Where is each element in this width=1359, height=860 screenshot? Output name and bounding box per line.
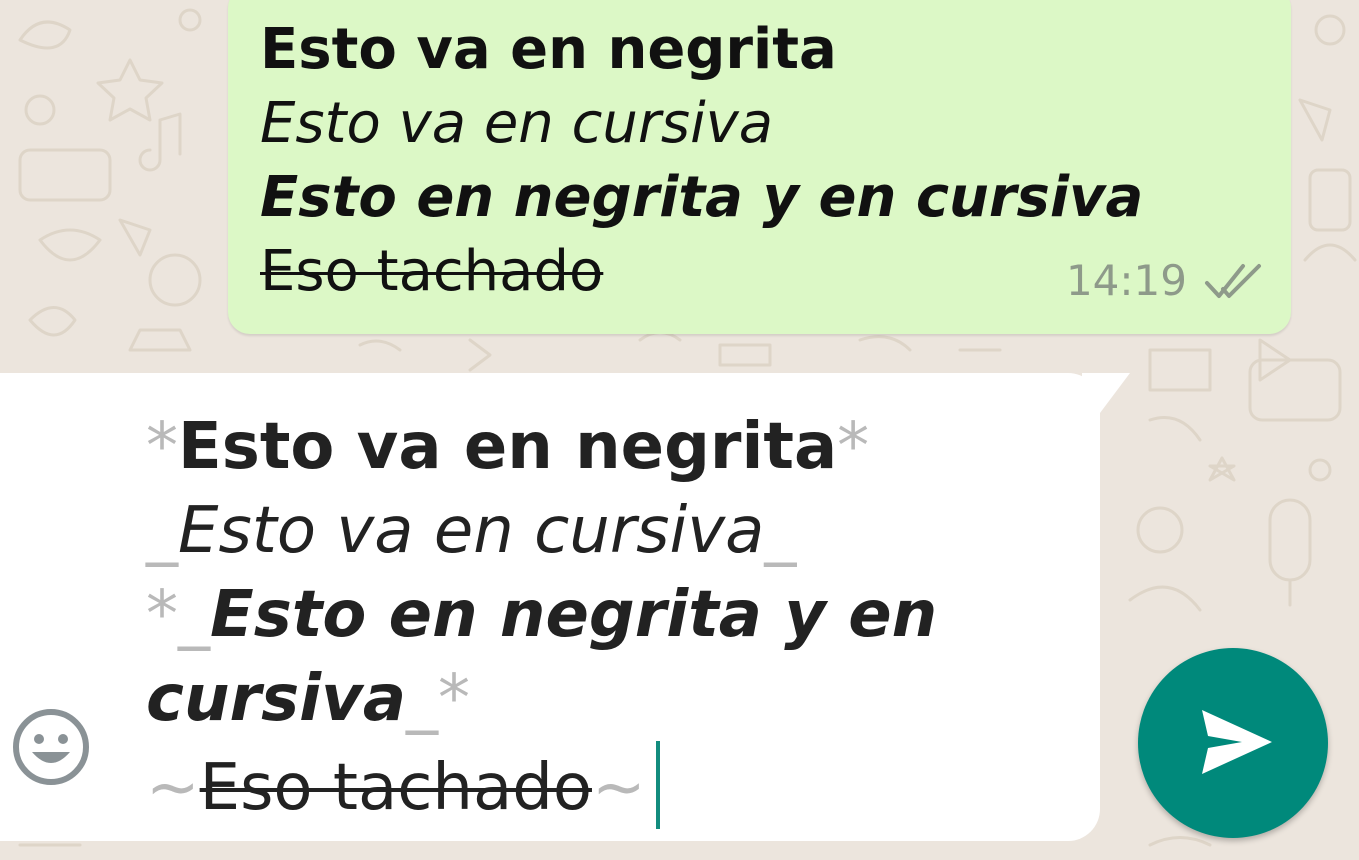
input-line-bold: *Esto va en negrita* [146, 410, 870, 484]
input-line-italic: _Esto va en cursiva_ [146, 494, 797, 568]
bold-italic-line: Esto en negrita y en cursiva [260, 165, 1144, 230]
smiley-icon [13, 709, 89, 785]
double-check-icon [1205, 264, 1261, 298]
input-line-bold-italic-cont: cursiva_* [146, 662, 470, 736]
input-italic-text: Esto va en cursiva [178, 494, 765, 568]
input-strike-text: Eso tachado [199, 751, 592, 825]
message-time: 14:19 [1065, 256, 1187, 305]
send-button[interactable] [1138, 648, 1328, 838]
strikethrough-line: Eso tachado [260, 239, 604, 304]
input-bold-italic-text-2: cursiva [146, 662, 406, 736]
message-input[interactable]: *Esto va en negrita* _Esto va en cursiva… [146, 405, 938, 830]
message-meta: 14:19 [1066, 260, 1265, 302]
send-icon [1202, 710, 1272, 774]
input-bold-text: Esto va en negrita [178, 410, 838, 484]
input-bold-italic-text-1: Esto en negrita y en [210, 578, 938, 652]
composer-tail [1082, 373, 1130, 417]
text-caret [655, 741, 660, 829]
input-line-bold-italic: *_Esto en negrita y en [146, 578, 938, 652]
bold-line: Esto va en negrita [260, 17, 837, 82]
sent-message-bubble[interactable]: Esto va en negrita Esto va en cursiva Es… [228, 0, 1291, 334]
emoji-button[interactable] [10, 706, 92, 788]
italic-line: Esto va en cursiva [260, 91, 774, 156]
input-line-strike: ~Eso tachado~ [146, 741, 886, 830]
